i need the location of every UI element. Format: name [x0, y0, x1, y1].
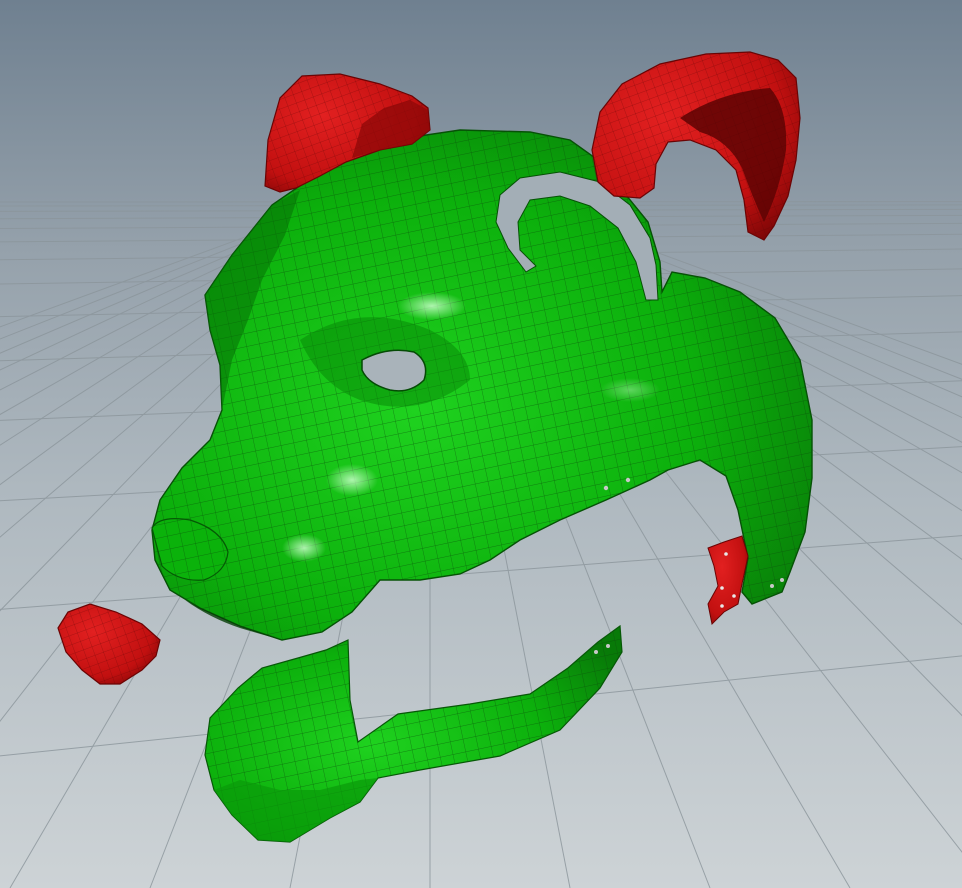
3d-viewport[interactable] [0, 0, 962, 888]
viewport-canvas [0, 0, 962, 888]
